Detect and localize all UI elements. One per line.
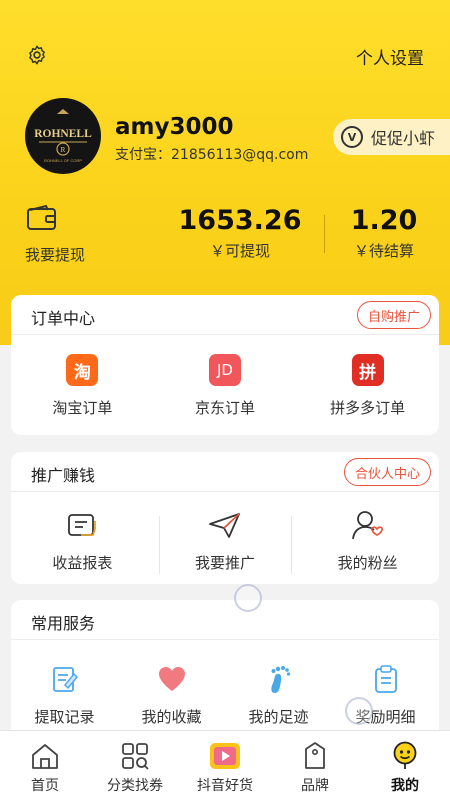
brand-tag-icon — [305, 742, 325, 769]
earnings-report[interactable]: 收益报表 — [11, 508, 154, 573]
tab-category-label: 分类找券 — [107, 778, 163, 794]
heart-icon — [158, 667, 185, 691]
profile-header: 个人设置 ROHNELL R ROHNELL OF CORP amy3000 支… — [0, 0, 450, 345]
avatar[interactable]: ROHNELL R ROHNELL OF CORP — [25, 98, 101, 174]
tab-category-coupons[interactable]: 分类找券 — [90, 731, 180, 800]
taobao-orders-label: 淘宝订单 — [52, 399, 113, 417]
touch-indicator — [345, 697, 373, 725]
paper-plane-icon — [209, 513, 240, 538]
my-fans[interactable]: 我的粉丝 — [296, 508, 439, 573]
svg-text:ROHNELL OF CORP: ROHNELL OF CORP — [44, 158, 82, 163]
tab-douyin-goods[interactable]: 抖音好货 — [180, 731, 270, 800]
available-label: ￥可提现 — [209, 242, 270, 260]
user-name: amy3000 — [115, 114, 234, 140]
tab-mine-label: 我的 — [391, 778, 419, 794]
common-services-card: 常用服务 提取记录 我的收藏 我的足迹 奖励明细 — [11, 600, 439, 750]
partner-center-button[interactable]: 合伙人中心 — [343, 458, 431, 486]
jd-orders-label: 京东订单 — [195, 399, 256, 417]
common-services-title: 常用服务 — [31, 614, 96, 633]
footprint-icon — [270, 666, 290, 693]
pending-label: ￥待结算 — [353, 242, 414, 260]
wallet-icon[interactable] — [26, 204, 58, 232]
svg-text:R: R — [61, 146, 66, 154]
my-favorites[interactable]: 我的收藏 — [118, 662, 225, 727]
video-icon — [210, 743, 240, 769]
profile-face-icon — [393, 741, 417, 769]
tab-brand-label: 品牌 — [301, 778, 329, 794]
pending-balance[interactable]: 1.20 ￥待结算 — [340, 204, 428, 261]
order-center-title: 订单中心 — [31, 309, 96, 328]
svg-text:ROHNELL: ROHNELL — [34, 128, 92, 140]
divider — [291, 516, 292, 574]
home-icon — [32, 744, 58, 769]
pinduoduo-icon: 拼 — [351, 354, 384, 386]
order-center-card: 订单中心 自购推广 淘 淘宝订单 JD 京东订单 拼 拼多多订单 — [11, 295, 439, 435]
clipboard-icon — [374, 665, 397, 693]
report-icon — [68, 514, 97, 536]
category-icon — [122, 743, 149, 770]
available-balance[interactable]: 1653.26 ￥可提现 — [170, 204, 310, 261]
gear-icon[interactable] — [26, 44, 48, 66]
tab-douyin-label: 抖音好货 — [197, 778, 253, 794]
tab-brand[interactable]: 品牌 — [270, 731, 360, 800]
taobao-orders[interactable]: 淘 淘宝订单 — [11, 353, 154, 418]
fans-icon — [351, 511, 383, 540]
my-footprints-label: 我的足迹 — [248, 708, 309, 726]
divider — [324, 215, 325, 253]
my-favorites-label: 我的收藏 — [141, 708, 202, 726]
promote-earn-card: 推广赚钱 合伙人中心 收益报表 我要推广 我的粉丝 — [11, 452, 439, 584]
promote-earn-title: 推广赚钱 — [31, 466, 96, 485]
my-footprints[interactable]: 我的足迹 — [225, 662, 332, 727]
withdraw-records[interactable]: 提取记录 — [11, 662, 118, 727]
pdd-orders-label: 拼多多订单 — [330, 399, 406, 417]
withdraw-records-label: 提取记录 — [34, 708, 95, 726]
personal-settings-link[interactable]: 个人设置 — [356, 44, 424, 69]
divider — [159, 516, 160, 574]
rohnell-logo: ROHNELL R ROHNELL OF CORP — [27, 100, 99, 172]
self-purchase-promo-button[interactable]: 自购推广 — [356, 301, 431, 329]
alipay-account: 支付宝：21856113@qq.com — [115, 147, 309, 163]
earnings-report-label: 收益报表 — [52, 554, 113, 572]
pdd-orders[interactable]: 拼 拼多多订单 — [296, 353, 439, 418]
jd-orders[interactable]: JD 京东订单 — [154, 353, 297, 418]
promote-action-label: 我要推广 — [195, 554, 256, 572]
promote-action[interactable]: 我要推广 — [154, 508, 297, 573]
pending-amount: 1.20 — [350, 205, 418, 236]
bottom-tab-bar: 首页 分类找券 抖音好货 品牌 我的 — [0, 730, 450, 800]
tab-home[interactable]: 首页 — [0, 731, 90, 800]
touch-indicator — [234, 584, 262, 612]
withdraw-button[interactable]: 我要提现 — [25, 244, 85, 265]
jd-icon: JD — [209, 354, 241, 386]
level-badge-icon: V — [341, 126, 363, 148]
available-amount: 1653.26 — [178, 205, 302, 236]
tab-mine[interactable]: 我的 — [360, 731, 450, 800]
record-icon — [52, 667, 78, 692]
tab-home-label: 首页 — [31, 778, 59, 794]
my-fans-label: 我的粉丝 — [337, 554, 398, 572]
member-level-label: 促促小虾 — [371, 129, 436, 148]
taobao-icon: 淘 — [66, 354, 99, 386]
member-level-pill[interactable]: V 促促小虾 — [333, 119, 450, 155]
